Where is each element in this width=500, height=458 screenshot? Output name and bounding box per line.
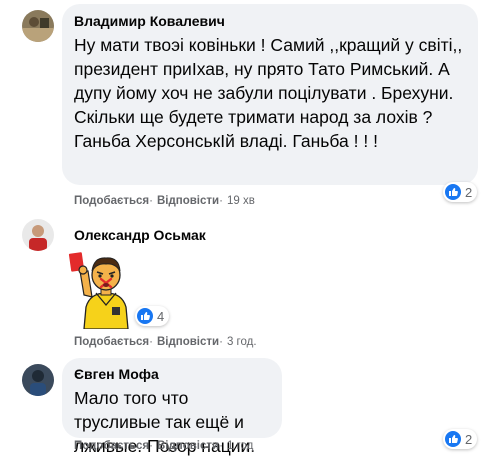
avatar[interactable] bbox=[22, 364, 54, 396]
like-link[interactable]: Подобається bbox=[74, 440, 149, 452]
comment-actions: Подобається· Відповісти· 1 год bbox=[74, 440, 254, 452]
reactions-badge[interactable]: 4 bbox=[135, 306, 170, 326]
comment-bubble: Владимир Ковалевич Ну мати твоэі ковіньк… bbox=[62, 4, 478, 185]
avatar[interactable] bbox=[22, 10, 54, 42]
reaction-count: 2 bbox=[465, 184, 473, 200]
reply-link[interactable]: Відповісти bbox=[157, 336, 219, 348]
comment-time[interactable]: 19 хв bbox=[227, 195, 255, 207]
reactions-badge[interactable]: 2 bbox=[443, 182, 478, 202]
sticker-referee bbox=[66, 249, 146, 330]
comment-author[interactable]: Євген Мофа bbox=[74, 366, 270, 382]
like-icon bbox=[137, 308, 153, 324]
comment-actions: Подобається· Відповісти· 3 год. bbox=[74, 336, 257, 348]
avatar[interactable] bbox=[22, 219, 54, 251]
reply-link[interactable]: Відповісти bbox=[157, 195, 219, 207]
comment-author[interactable]: Владимир Ковалевич bbox=[74, 13, 466, 29]
like-link[interactable]: Подобається bbox=[74, 195, 149, 207]
comment-time[interactable]: 3 год. bbox=[227, 336, 257, 348]
comment-bubble: Євген Мофа Мало того что трусливые так е… bbox=[62, 358, 282, 456]
comment-actions: Подобається· Відповісти· 19 хв bbox=[74, 195, 255, 207]
like-icon bbox=[445, 431, 461, 447]
comment-author[interactable]: Олександр Осьмак bbox=[74, 227, 206, 243]
reaction-count: 2 bbox=[465, 431, 473, 447]
comment-text: Ну мати твоэі ковіньки ! Самий ,,кращий … bbox=[74, 35, 463, 151]
reply-link[interactable]: Відповісти bbox=[157, 440, 219, 452]
comment-time[interactable]: 1 год bbox=[227, 440, 253, 452]
reactions-badge[interactable]: 2 bbox=[443, 429, 478, 449]
reaction-count: 4 bbox=[157, 308, 165, 324]
like-icon bbox=[445, 184, 461, 200]
like-link[interactable]: Подобається bbox=[74, 336, 149, 348]
